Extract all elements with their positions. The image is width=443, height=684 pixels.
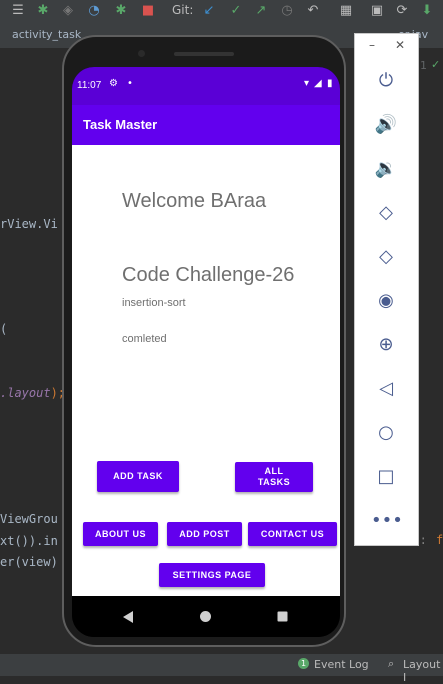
app-toolbar: Task Master [72, 105, 340, 145]
challenge-title: Code Challenge-26 [122, 264, 295, 286]
phone-screen: 11:07 ⚙ • ▾ ◢ ▮ Task Master Welcome BAra… [72, 67, 340, 637]
app-title: Task Master [83, 117, 158, 132]
code-line: ( [0, 322, 8, 336]
code-line: er(view) [0, 555, 58, 569]
debug-bug-icon[interactable]: ✱ [35, 3, 51, 19]
android-nav-bar [72, 596, 340, 637]
code-token: .layout [0, 386, 51, 400]
signal-icon: ◢ [314, 78, 322, 89]
git-update-icon[interactable]: ↙ [201, 3, 217, 19]
welcome-text: Welcome BAraa [122, 190, 267, 212]
profiler-icon[interactable]: ◔ [86, 3, 102, 19]
add-post-button[interactable]: ADD POST [167, 522, 242, 546]
list-icon[interactable]: ☰ [10, 3, 26, 19]
about-us-button[interactable]: ABOUT US [83, 522, 158, 546]
main-content: Welcome BAraa Code Challenge-26 insertio… [72, 145, 340, 596]
git-label: Git: [172, 3, 194, 17]
home-icon[interactable] [199, 610, 212, 623]
git-commit-icon[interactable]: ✓ [228, 3, 244, 19]
sync-icon[interactable]: ⟳ [394, 3, 410, 19]
power-icon[interactable]: ⏻ [371, 66, 401, 96]
earpiece [174, 52, 234, 56]
emulator-control-panel: – ✕ ⏻ 🔊 🔉 ◇ ◇ ◉ ⊕ ◁ ○ □ ••• [354, 33, 419, 546]
zoom-icon[interactable]: ⊕ [371, 330, 401, 360]
project-structure-icon[interactable]: ▦ [338, 3, 354, 19]
layout-inspector-icon: ⌕ [388, 657, 395, 670]
notification-dot-icon: • [127, 78, 133, 89]
ide-status-bar: 1 Event Log ⌕ Layout I [0, 653, 443, 684]
all-tasks-label-line2: TASKS [257, 477, 291, 487]
contact-us-button[interactable]: CONTACT US [248, 522, 337, 546]
settings-page-button[interactable]: SETTINGS PAGE [159, 563, 265, 587]
rotate-right-icon[interactable]: ◇ [371, 242, 401, 272]
volume-up-icon[interactable]: 🔊 [371, 110, 401, 140]
phone-frame: 11:07 ⚙ • ▾ ◢ ▮ Task Master Welcome BAra… [62, 35, 346, 647]
android-status-bar: 11:07 ⚙ • ▾ ◢ ▮ [72, 67, 340, 105]
device-manager-icon[interactable]: ▣ [369, 3, 385, 19]
screenshot-camera-icon[interactable]: ◉ [371, 286, 401, 316]
stop-icon[interactable]: ■ [140, 3, 156, 19]
front-camera [138, 50, 145, 57]
rotate-left-icon[interactable]: ◇ [371, 198, 401, 228]
close-icon[interactable]: ✕ [395, 38, 405, 52]
algorithm-label: insertion-sort [122, 297, 186, 309]
git-push-icon[interactable]: ↗ [253, 3, 269, 19]
back-icon[interactable] [122, 610, 134, 624]
battery-icon: ▮ [327, 78, 333, 89]
overview-icon[interactable]: □ [371, 462, 401, 492]
code-line: xt()).in [0, 534, 58, 548]
recents-icon[interactable] [277, 611, 288, 622]
ide-toolbar: ☰ ✱ ◈ ◔ ✱ ■ Git: ↙ ✓ ↗ ◷ ↶ ▦ ▣ ⟳ ⬇ [0, 0, 443, 25]
git-history-icon[interactable]: ◷ [279, 3, 295, 19]
gutter-line-number: 1 [420, 59, 427, 72]
event-log-button[interactable]: Event Log [314, 658, 369, 671]
checkmark-icon: ✓ [431, 58, 441, 71]
code-line: .layout); [0, 386, 65, 400]
code-line: ViewGrou [0, 512, 58, 526]
coverage-icon[interactable]: ◈ [60, 3, 76, 19]
all-tasks-label-line1: ALL [264, 466, 284, 476]
volume-down-icon[interactable]: 🔉 [371, 154, 401, 184]
git-rollback-icon[interactable]: ↶ [305, 3, 321, 19]
event-log-badge-icon: 1 [298, 658, 309, 669]
completion-status: comleted [122, 333, 167, 345]
code-line: rView.Vi [0, 217, 58, 231]
wifi-icon: ▾ [304, 78, 310, 89]
attach-debugger-icon[interactable]: ✱ [113, 3, 129, 19]
status-time: 11:07 [77, 80, 102, 91]
tab-activity-task[interactable]: activity_task [12, 28, 81, 41]
sdk-manager-icon[interactable]: ⬇ [419, 3, 435, 19]
layout-inspector-button[interactable]: Layout I [403, 658, 443, 684]
minimize-icon[interactable]: – [369, 38, 375, 52]
home-icon[interactable]: ○ [371, 418, 401, 448]
back-icon[interactable]: ◁ [371, 374, 401, 404]
settings-gear-icon: ⚙ [109, 78, 118, 89]
code-fragment: f [436, 533, 443, 547]
add-task-button[interactable]: ADD TASK [97, 461, 179, 492]
more-options-icon[interactable]: ••• [371, 506, 403, 536]
all-tasks-button[interactable]: ALL TASKS [235, 462, 313, 492]
